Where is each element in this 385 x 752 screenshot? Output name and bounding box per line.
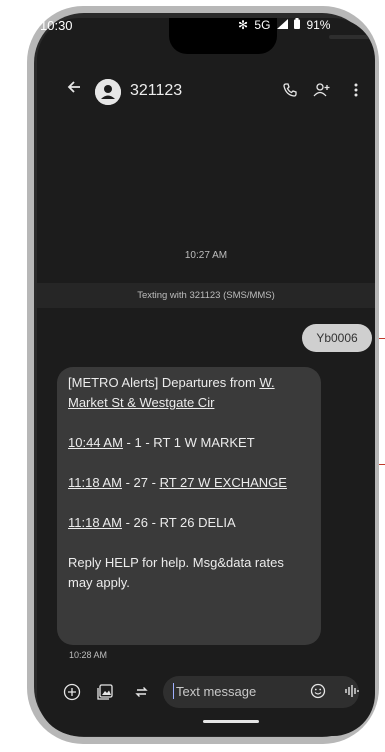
add-participant-button[interactable] bbox=[313, 82, 331, 103]
add-attachment-button[interactable] bbox=[63, 683, 81, 706]
arrow-left-icon bbox=[67, 81, 80, 93]
voice-icon bbox=[345, 685, 359, 697]
received-timestamp: 10:28 AM bbox=[69, 650, 108, 660]
emoji-button[interactable] bbox=[310, 683, 326, 704]
route-number: 27 bbox=[133, 475, 148, 490]
message-input-placeholder[interactable]: Text message bbox=[176, 684, 256, 699]
route-number: 26 bbox=[133, 515, 148, 530]
edge-marker bbox=[379, 338, 385, 339]
emoji-icon bbox=[310, 683, 326, 699]
add-circle-icon bbox=[63, 683, 81, 701]
back-button[interactable] bbox=[66, 78, 82, 101]
departure-line: 11:18 AM - 27 - RT 27 W EXCHANGE bbox=[68, 475, 287, 490]
route-name: RT 26 DELIA bbox=[159, 515, 236, 530]
edge-marker bbox=[379, 464, 385, 465]
departure-time-link[interactable]: 11:18 AM bbox=[68, 475, 122, 490]
more-options-button[interactable] bbox=[353, 82, 359, 103]
sent-message-bubble[interactable]: Yb0006 bbox=[302, 324, 372, 352]
network-label: 5G bbox=[254, 18, 271, 32]
sticker-icon bbox=[135, 687, 148, 697]
date-divider: 10:27 AM bbox=[184, 250, 228, 261]
conversation-title[interactable]: 321123 bbox=[130, 82, 182, 100]
add-person-icon bbox=[313, 83, 330, 97]
received-message-bubble[interactable]: [METRO Alerts] Departures from W. Market… bbox=[57, 367, 321, 645]
call-button[interactable] bbox=[282, 82, 298, 103]
battery-percent: 91% bbox=[306, 18, 331, 32]
phone-icon bbox=[283, 83, 297, 97]
status-indicators: ✻ 5G 91% bbox=[238, 18, 333, 32]
more-vert-icon bbox=[354, 83, 358, 97]
route-name-link[interactable]: RT 27 W EXCHANGE bbox=[160, 475, 287, 490]
sticker-button[interactable] bbox=[133, 683, 151, 706]
alert-intro-text: [METRO Alerts] Departures from bbox=[68, 375, 260, 390]
home-indicator[interactable] bbox=[203, 720, 259, 723]
status-time: 10:30 bbox=[40, 18, 73, 33]
departure-line: 10:44 AM - 1 - RT 1 W MARKET bbox=[68, 435, 255, 450]
gallery-icon bbox=[97, 684, 113, 700]
battery-icon bbox=[294, 18, 303, 32]
alert-footer: Reply HELP for help. Msg&data rates may … bbox=[68, 555, 284, 590]
voice-input-button[interactable] bbox=[345, 683, 359, 704]
bluetooth-icon: ✻ bbox=[238, 18, 249, 32]
speaker-grille bbox=[329, 35, 375, 39]
person-icon bbox=[95, 79, 121, 105]
departure-time-link[interactable]: 10:44 AM bbox=[68, 435, 123, 450]
text-caret bbox=[173, 683, 174, 699]
avatar[interactable] bbox=[95, 79, 121, 105]
route-name: RT 1 W MARKET bbox=[153, 435, 255, 450]
departure-time-link[interactable]: 11:18 AM bbox=[68, 515, 122, 530]
texting-with-banner: Texting with 321123 (SMS/MMS) bbox=[37, 283, 375, 308]
alert-intro: [METRO Alerts] Departures from W. Market… bbox=[68, 373, 310, 413]
route-number: 1 bbox=[134, 435, 142, 450]
departure-line: 11:18 AM - 26 - RT 26 DELIA bbox=[68, 515, 236, 530]
gallery-button[interactable] bbox=[96, 683, 114, 706]
signal-icon bbox=[276, 18, 291, 32]
